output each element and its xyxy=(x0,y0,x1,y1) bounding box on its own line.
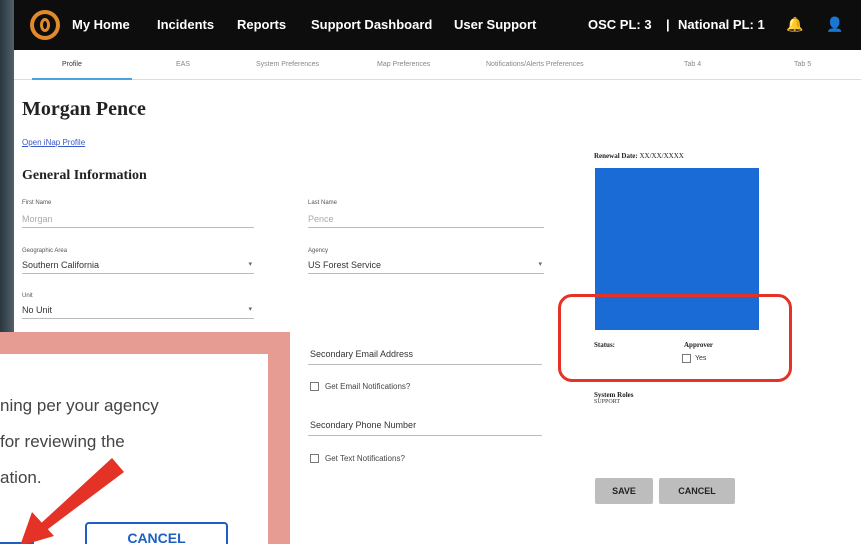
pointer-arrow-annotation xyxy=(20,458,124,544)
tab-map-preferences[interactable]: Map Preferences xyxy=(377,61,430,68)
geographic-area-label: Geographic Area xyxy=(22,248,68,254)
tab-5[interactable]: Tab 5 xyxy=(794,61,811,68)
bell-icon[interactable]: 🔔 xyxy=(786,16,803,33)
nav-reports[interactable]: Reports xyxy=(237,17,286,32)
chevron-down-icon: ▾ xyxy=(248,261,252,268)
agency-value: US Forest Service xyxy=(308,260,382,270)
tab-profile[interactable]: Profile xyxy=(62,61,82,68)
save-button[interactable]: SAVE xyxy=(595,478,653,504)
renewal-date-value: XX/XX/XXXX xyxy=(639,152,684,160)
tab-eas[interactable]: EAS xyxy=(176,61,190,68)
unit-select[interactable]: No Unit ▾ xyxy=(22,303,254,319)
app-logo-icon[interactable] xyxy=(30,10,60,40)
secondary-phone-label: Secondary Phone Number xyxy=(310,420,417,430)
email-notifications-checkbox[interactable] xyxy=(310,382,319,391)
approver-highlight-annotation xyxy=(558,294,792,382)
user-icon[interactable]: 👤 xyxy=(826,16,843,33)
text-notifications-option[interactable]: Get Text Notifications? xyxy=(310,454,405,463)
agency-select[interactable]: US Forest Service ▾ xyxy=(308,258,544,274)
tab-notifications-preferences[interactable]: Notifications/Alerts Preferences xyxy=(486,61,584,68)
dialog-text-line-2: for reviewing the xyxy=(0,432,125,451)
system-roles-label: System Roles xyxy=(594,391,634,399)
national-pl-indicator: National PL: 1 xyxy=(678,17,765,32)
system-roles-value: SUPPORT xyxy=(594,399,620,405)
last-name-field[interactable]: Pence xyxy=(308,212,544,228)
nav-user-support[interactable]: User Support xyxy=(454,17,536,32)
secondary-phone-field[interactable] xyxy=(308,435,542,436)
chevron-down-icon: ▾ xyxy=(248,306,252,313)
agency-label: Agency xyxy=(308,248,329,254)
osc-pl-indicator: OSC PL: 3 xyxy=(588,17,652,32)
nav-support-dashboard[interactable]: Support Dashboard xyxy=(311,17,432,32)
unit-label: Unit xyxy=(22,293,33,299)
secondary-email-field[interactable] xyxy=(308,364,542,365)
text-notifications-label: Get Text Notifications? xyxy=(325,454,405,463)
first-name-label: First Name xyxy=(22,200,52,206)
dialog-text-line-1: ning per your agency xyxy=(0,396,159,415)
email-notifications-option[interactable]: Get Email Notifications? xyxy=(310,382,410,391)
open-profile-link[interactable]: Open iNap Profile xyxy=(22,138,85,147)
nav-my-home[interactable]: My Home xyxy=(72,17,130,32)
renewal-date: Renewal Date: XX/XX/XXXX xyxy=(594,152,684,160)
tab-system-preferences[interactable]: System Preferences xyxy=(256,61,319,68)
renewal-date-label: Renewal Date: xyxy=(594,152,638,160)
cancel-button[interactable]: CANCEL xyxy=(659,478,735,504)
screen-recording: My Home Incidents Reports Support Dashbo… xyxy=(0,0,861,544)
profile-name: Morgan Pence xyxy=(22,98,146,120)
tab-4[interactable]: Tab 4 xyxy=(684,61,701,68)
last-name-label: Last Name xyxy=(308,200,338,206)
unit-value: No Unit xyxy=(22,305,53,315)
secondary-email-label: Secondary Email Address xyxy=(310,349,414,359)
geographic-area-select[interactable]: Southern California ▾ xyxy=(22,258,254,274)
nav-separator: | xyxy=(666,17,670,32)
general-info-heading: General Information xyxy=(22,168,147,183)
profile-tabs: Profile EAS System Preferences Map Prefe… xyxy=(14,52,861,80)
active-tab-indicator xyxy=(32,78,132,80)
top-nav: My Home Incidents Reports Support Dashbo… xyxy=(14,0,861,50)
nav-incidents[interactable]: Incidents xyxy=(157,17,214,32)
email-notifications-label: Get Email Notifications? xyxy=(325,382,411,391)
chevron-down-icon: ▾ xyxy=(538,261,542,268)
text-notifications-checkbox[interactable] xyxy=(310,454,319,463)
first-name-field[interactable]: Morgan xyxy=(22,212,254,228)
geographic-area-value: Southern California xyxy=(22,260,100,270)
